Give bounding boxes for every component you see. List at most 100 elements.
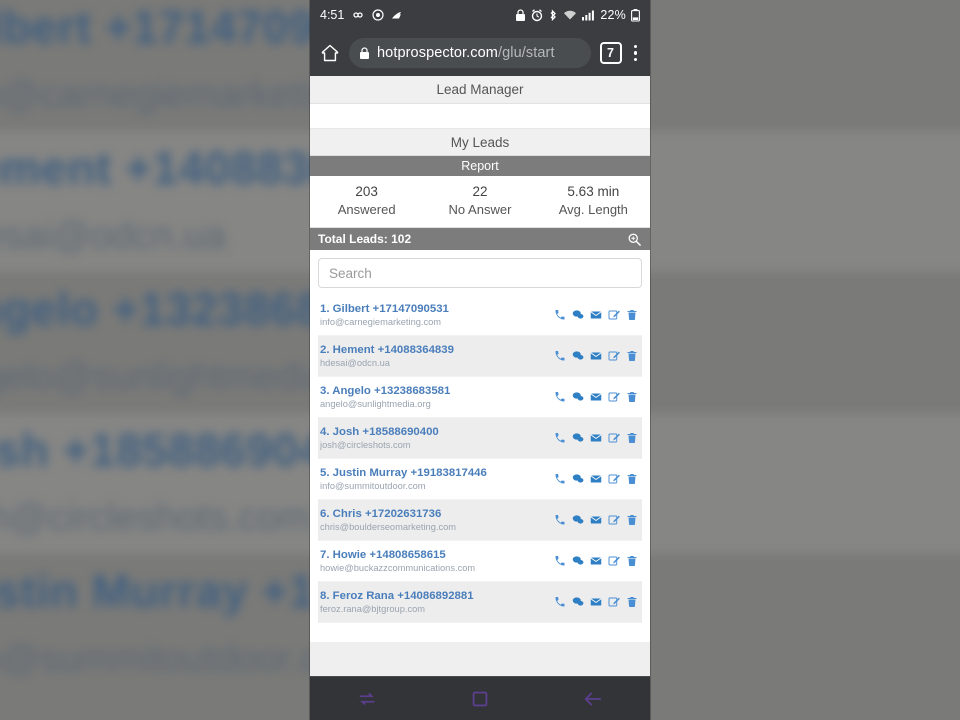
delete-icon[interactable] <box>626 350 638 362</box>
data-saver-icon <box>392 12 402 19</box>
call-icon[interactable] <box>554 391 566 403</box>
phone-screenshot: 4:51 22% hotprospector.com/glu/start 7 L… <box>310 0 650 720</box>
back-arrow-icon[interactable] <box>582 688 604 710</box>
table-row[interactable]: 3. Angelo +13238683581 angelo@sunlightmed… <box>318 377 642 418</box>
address-bar[interactable]: hotprospector.com/glu/start <box>349 38 591 68</box>
delete-icon[interactable] <box>626 596 638 608</box>
lead-name-phone[interactable]: 1. Gilbert +17147090531 <box>320 303 449 315</box>
bluetooth-icon <box>550 8 557 21</box>
email-icon[interactable] <box>590 391 602 403</box>
lead-info: 4. Josh +18588690400 josh@circleshots.com <box>320 426 439 450</box>
sms-icon[interactable] <box>572 432 584 444</box>
table-row[interactable]: 4. Josh +18588690400 josh@circleshots.com <box>318 418 642 459</box>
section-title-my-leads: My Leads <box>310 128 650 156</box>
tab-counter-button[interactable]: 7 <box>599 42 622 64</box>
android-navigation-bar <box>310 676 650 720</box>
sms-icon[interactable] <box>572 350 584 362</box>
search-input[interactable] <box>318 258 642 288</box>
lead-email: info@summitoutdoor.com <box>320 481 426 491</box>
sms-icon[interactable] <box>572 309 584 321</box>
email-icon[interactable] <box>590 514 602 526</box>
table-row[interactable]: 5. Justin Murray +19183817446 info@summit… <box>318 459 642 500</box>
browser-toolbar: hotprospector.com/glu/start 7 <box>310 30 650 76</box>
edit-icon[interactable] <box>608 350 620 362</box>
total-leads-bar: Total Leads: 102 <box>310 228 650 250</box>
edit-icon[interactable] <box>608 473 620 485</box>
edit-icon[interactable] <box>608 391 620 403</box>
total-leads-label: Total Leads: 102 <box>318 232 412 246</box>
magnifier-icon[interactable] <box>627 232 642 247</box>
lead-email: chris@boulderseomarketing.com <box>320 522 457 532</box>
stat-label: Answered <box>337 202 396 217</box>
call-icon[interactable] <box>554 309 566 321</box>
edit-icon[interactable] <box>608 596 620 608</box>
sms-icon[interactable] <box>572 514 584 526</box>
table-row[interactable]: 8. Feroz Rana +14086892881 feroz.rana@bjt… <box>318 582 642 623</box>
edit-icon[interactable] <box>608 309 620 321</box>
lead-name-phone[interactable]: 8. Feroz Rana +14086892881 <box>320 590 474 602</box>
lead-name-phone[interactable]: 2. Hement +14088364839 <box>320 344 454 356</box>
lead-row-actions <box>554 350 638 362</box>
lead-row-actions <box>554 555 638 567</box>
lead-name-phone[interactable]: 4. Josh +18588690400 <box>320 426 439 438</box>
call-icon[interactable] <box>554 555 566 567</box>
call-icon[interactable] <box>554 432 566 444</box>
lead-info: 8. Feroz Rana +14086892881 feroz.rana@bjt… <box>320 590 474 614</box>
call-icon[interactable] <box>554 473 566 485</box>
stat-answered: 203 Answered <box>310 184 423 217</box>
lead-list-panel: 1. Gilbert +17147090531 info@carnegiemark… <box>310 250 650 642</box>
alarm-icon <box>532 8 543 21</box>
delete-icon[interactable] <box>626 432 638 444</box>
webpage-content: Lead Manager My Leads Report 203 Answere… <box>310 76 650 720</box>
home-square-icon[interactable] <box>469 688 491 710</box>
report-heading: Report <box>310 156 650 176</box>
lead-row-actions <box>554 391 638 403</box>
table-row[interactable]: 2. Hement +14088364839 hdesai@odcn.ua <box>318 336 642 377</box>
recents-icon[interactable] <box>356 688 378 710</box>
table-row[interactable]: 7. Howie +14808658615 howie@buckazzcommun… <box>318 541 642 582</box>
call-icon[interactable] <box>554 350 566 362</box>
lead-name-phone[interactable]: 7. Howie +14808658615 <box>320 549 475 561</box>
sms-icon[interactable] <box>572 596 584 608</box>
sms-icon[interactable] <box>572 391 584 403</box>
stat-avg-length: 5.63 min Avg. Length <box>537 184 650 217</box>
stat-value: 5.63 min <box>567 184 620 199</box>
lead-row-actions <box>554 596 638 608</box>
battery-icon <box>631 8 640 22</box>
overflow-menu-icon[interactable] <box>631 44 641 62</box>
lead-info: 5. Justin Murray +19183817446 info@summit… <box>320 467 487 491</box>
stat-label: No Answer <box>448 202 512 217</box>
lead-name-phone[interactable]: 3. Angelo +13238683581 <box>320 385 450 397</box>
stat-label: Avg. Length <box>558 202 628 217</box>
lead-list[interactable]: 1. Gilbert +17147090531 info@carnegiemark… <box>318 295 642 635</box>
home-icon[interactable] <box>320 43 340 63</box>
delete-icon[interactable] <box>626 555 638 567</box>
email-icon[interactable] <box>590 555 602 567</box>
lead-row-actions <box>554 309 638 321</box>
delete-icon[interactable] <box>626 514 638 526</box>
sms-icon[interactable] <box>572 555 584 567</box>
email-icon[interactable] <box>590 473 602 485</box>
email-icon[interactable] <box>590 432 602 444</box>
email-icon[interactable] <box>590 350 602 362</box>
table-row[interactable]: 6. Chris +17202631736 chris@boulderseomar… <box>318 500 642 541</box>
call-icon[interactable] <box>554 596 566 608</box>
edit-icon[interactable] <box>608 514 620 526</box>
table-row[interactable]: 1. Gilbert +17147090531 info@carnegiemark… <box>318 295 642 336</box>
android-status-bar: 4:51 22% <box>310 0 650 30</box>
lead-name-phone[interactable]: 5. Justin Murray +19183817446 <box>320 467 487 479</box>
lead-name-phone[interactable]: 6. Chris +17202631736 <box>320 508 456 520</box>
call-icon[interactable] <box>554 514 566 526</box>
delete-icon[interactable] <box>626 391 638 403</box>
delete-icon[interactable] <box>626 309 638 321</box>
lead-row-actions <box>554 432 638 444</box>
email-icon[interactable] <box>590 309 602 321</box>
email-icon[interactable] <box>590 596 602 608</box>
content-spacer <box>310 104 650 128</box>
sms-icon[interactable] <box>572 473 584 485</box>
record-icon <box>372 9 384 21</box>
delete-icon[interactable] <box>626 473 638 485</box>
edit-icon[interactable] <box>608 555 620 567</box>
edit-icon[interactable] <box>608 432 620 444</box>
stat-value: 203 <box>355 184 378 199</box>
